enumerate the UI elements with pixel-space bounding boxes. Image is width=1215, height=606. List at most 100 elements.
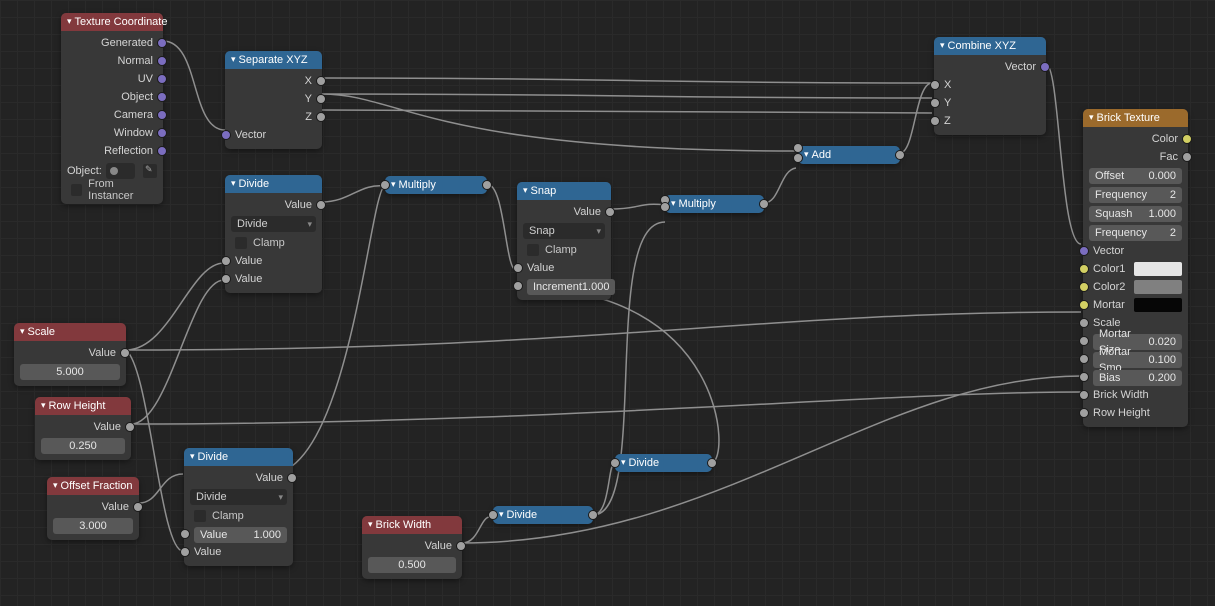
socket-in[interactable]	[1079, 318, 1089, 328]
from-instancer-check[interactable]: From Instancer	[67, 182, 157, 198]
socket-in[interactable]	[930, 98, 940, 108]
frequency-field[interactable]: Frequency2	[1089, 225, 1182, 241]
mortar-swatch[interactable]	[1134, 298, 1182, 312]
node-header[interactable]: Brick Texture	[1083, 109, 1188, 127]
node-row-height[interactable]: Row Height Value 0.250	[35, 397, 131, 460]
node-brick-width[interactable]: Brick Width Value 0.500	[362, 516, 462, 579]
socket-out[interactable]	[1182, 134, 1192, 144]
node-divide-4[interactable]: Divide	[493, 506, 593, 524]
socket-in[interactable]	[930, 80, 940, 90]
socket-out[interactable]	[707, 458, 717, 468]
socket-in[interactable]	[793, 153, 803, 163]
object-field[interactable]	[106, 163, 135, 179]
socket-in[interactable]	[1079, 354, 1089, 364]
node-scale[interactable]: Scale Value 5.000	[14, 323, 126, 386]
node-header[interactable]: Row Height	[35, 397, 131, 415]
mode-select[interactable]: Snap	[523, 223, 605, 239]
socket-out[interactable]	[125, 422, 135, 432]
socket-in[interactable]	[1079, 372, 1089, 382]
node-header[interactable]: Divide	[493, 506, 593, 524]
mortar-smooth-field[interactable]: Mortar Smo0.100	[1093, 352, 1182, 368]
mode-select[interactable]: Divide	[231, 216, 316, 232]
socket-out[interactable]	[456, 541, 466, 551]
socket-in[interactable]	[1079, 408, 1089, 418]
socket-out[interactable]	[157, 110, 167, 120]
offset-field[interactable]: Offset0.000	[1089, 168, 1182, 184]
socket-out[interactable]	[482, 180, 492, 190]
value-field[interactable]: 0.250	[41, 438, 125, 454]
node-header[interactable]: Brick Width	[362, 516, 462, 534]
node-header[interactable]: Divide	[225, 175, 322, 193]
node-header[interactable]: Add	[798, 146, 900, 164]
node-header[interactable]: Snap	[517, 182, 611, 200]
node-multiply-2[interactable]: Multiply	[665, 195, 764, 213]
clamp-check[interactable]: Clamp	[231, 235, 316, 251]
value-field[interactable]: 5.000	[20, 364, 120, 380]
socket-in[interactable]	[513, 281, 523, 291]
squash-field[interactable]: Squash1.000	[1089, 206, 1182, 222]
node-combine-xyz[interactable]: Combine XYZ Vector X Y Z	[934, 37, 1046, 135]
socket-out[interactable]	[316, 112, 326, 122]
node-multiply-1[interactable]: Multiply	[385, 176, 487, 194]
node-header[interactable]: Scale	[14, 323, 126, 341]
socket-out[interactable]	[759, 199, 769, 209]
socket-out[interactable]	[895, 150, 905, 160]
value-field[interactable]: 0.500	[368, 557, 456, 573]
socket-in[interactable]	[1079, 282, 1089, 292]
mode-select[interactable]: Divide	[190, 489, 287, 505]
socket-in[interactable]	[488, 510, 498, 520]
socket-out[interactable]	[588, 510, 598, 520]
node-texture-coordinate[interactable]: Texture Coordinate Generated Normal UV O…	[61, 13, 163, 204]
bias-field[interactable]: Bias0.200	[1093, 370, 1182, 386]
socket-out[interactable]	[1040, 62, 1050, 72]
color2-swatch[interactable]	[1134, 280, 1182, 294]
node-divide-2[interactable]: Divide Value Divide Clamp Value1.000 Val…	[184, 448, 293, 566]
node-header[interactable]: Multiply	[665, 195, 764, 213]
node-header[interactable]: Multiply	[385, 176, 487, 194]
socket-out[interactable]	[316, 76, 326, 86]
eyedropper-icon[interactable]	[143, 164, 157, 178]
color1-swatch[interactable]	[1134, 262, 1182, 276]
node-add[interactable]: Add	[798, 146, 900, 164]
socket-in[interactable]	[610, 458, 620, 468]
node-divide-1[interactable]: Divide Value Divide Clamp Value Value	[225, 175, 322, 293]
socket-out[interactable]	[157, 146, 167, 156]
clamp-check[interactable]: Clamp	[190, 508, 287, 524]
socket-in[interactable]	[180, 547, 190, 557]
node-header[interactable]: Offset Fraction	[47, 477, 139, 495]
value-field[interactable]: Value1.000	[194, 527, 287, 543]
socket-out[interactable]	[157, 56, 167, 66]
socket-out[interactable]	[287, 473, 297, 483]
socket-in[interactable]	[380, 180, 390, 190]
socket-in[interactable]	[1079, 246, 1089, 256]
value-field[interactable]: 3.000	[53, 518, 133, 534]
socket-in[interactable]	[1079, 336, 1089, 346]
socket-out[interactable]	[157, 38, 167, 48]
socket-in[interactable]	[793, 143, 803, 153]
socket-in[interactable]	[180, 529, 190, 539]
node-header[interactable]: Texture Coordinate	[61, 13, 163, 31]
node-separate-xyz[interactable]: Separate XYZ X Y Z Vector	[225, 51, 322, 149]
socket-in[interactable]	[1079, 300, 1089, 310]
socket-in[interactable]	[221, 274, 231, 284]
node-header[interactable]: Separate XYZ	[225, 51, 322, 69]
socket-in[interactable]	[930, 116, 940, 126]
node-header[interactable]: Divide	[184, 448, 293, 466]
socket-out[interactable]	[133, 502, 143, 512]
socket-in[interactable]	[660, 202, 670, 212]
socket-out[interactable]	[316, 94, 326, 104]
socket-out[interactable]	[157, 128, 167, 138]
node-header[interactable]: Combine XYZ	[934, 37, 1046, 55]
socket-in[interactable]	[221, 256, 231, 266]
node-divide-3[interactable]: Divide	[615, 454, 712, 472]
node-header[interactable]: Divide	[615, 454, 712, 472]
socket-out[interactable]	[605, 207, 615, 217]
clamp-check[interactable]: Clamp	[523, 242, 605, 258]
socket-out[interactable]	[120, 348, 130, 358]
socket-in[interactable]	[1079, 264, 1089, 274]
frequency-field[interactable]: Frequency2	[1089, 187, 1182, 203]
node-offset-fraction[interactable]: Offset Fraction Value 3.000	[47, 477, 139, 540]
socket-out[interactable]	[157, 74, 167, 84]
node-snap[interactable]: Snap Value Snap Clamp Value Increment1.0…	[517, 182, 611, 300]
socket-out[interactable]	[316, 200, 326, 210]
